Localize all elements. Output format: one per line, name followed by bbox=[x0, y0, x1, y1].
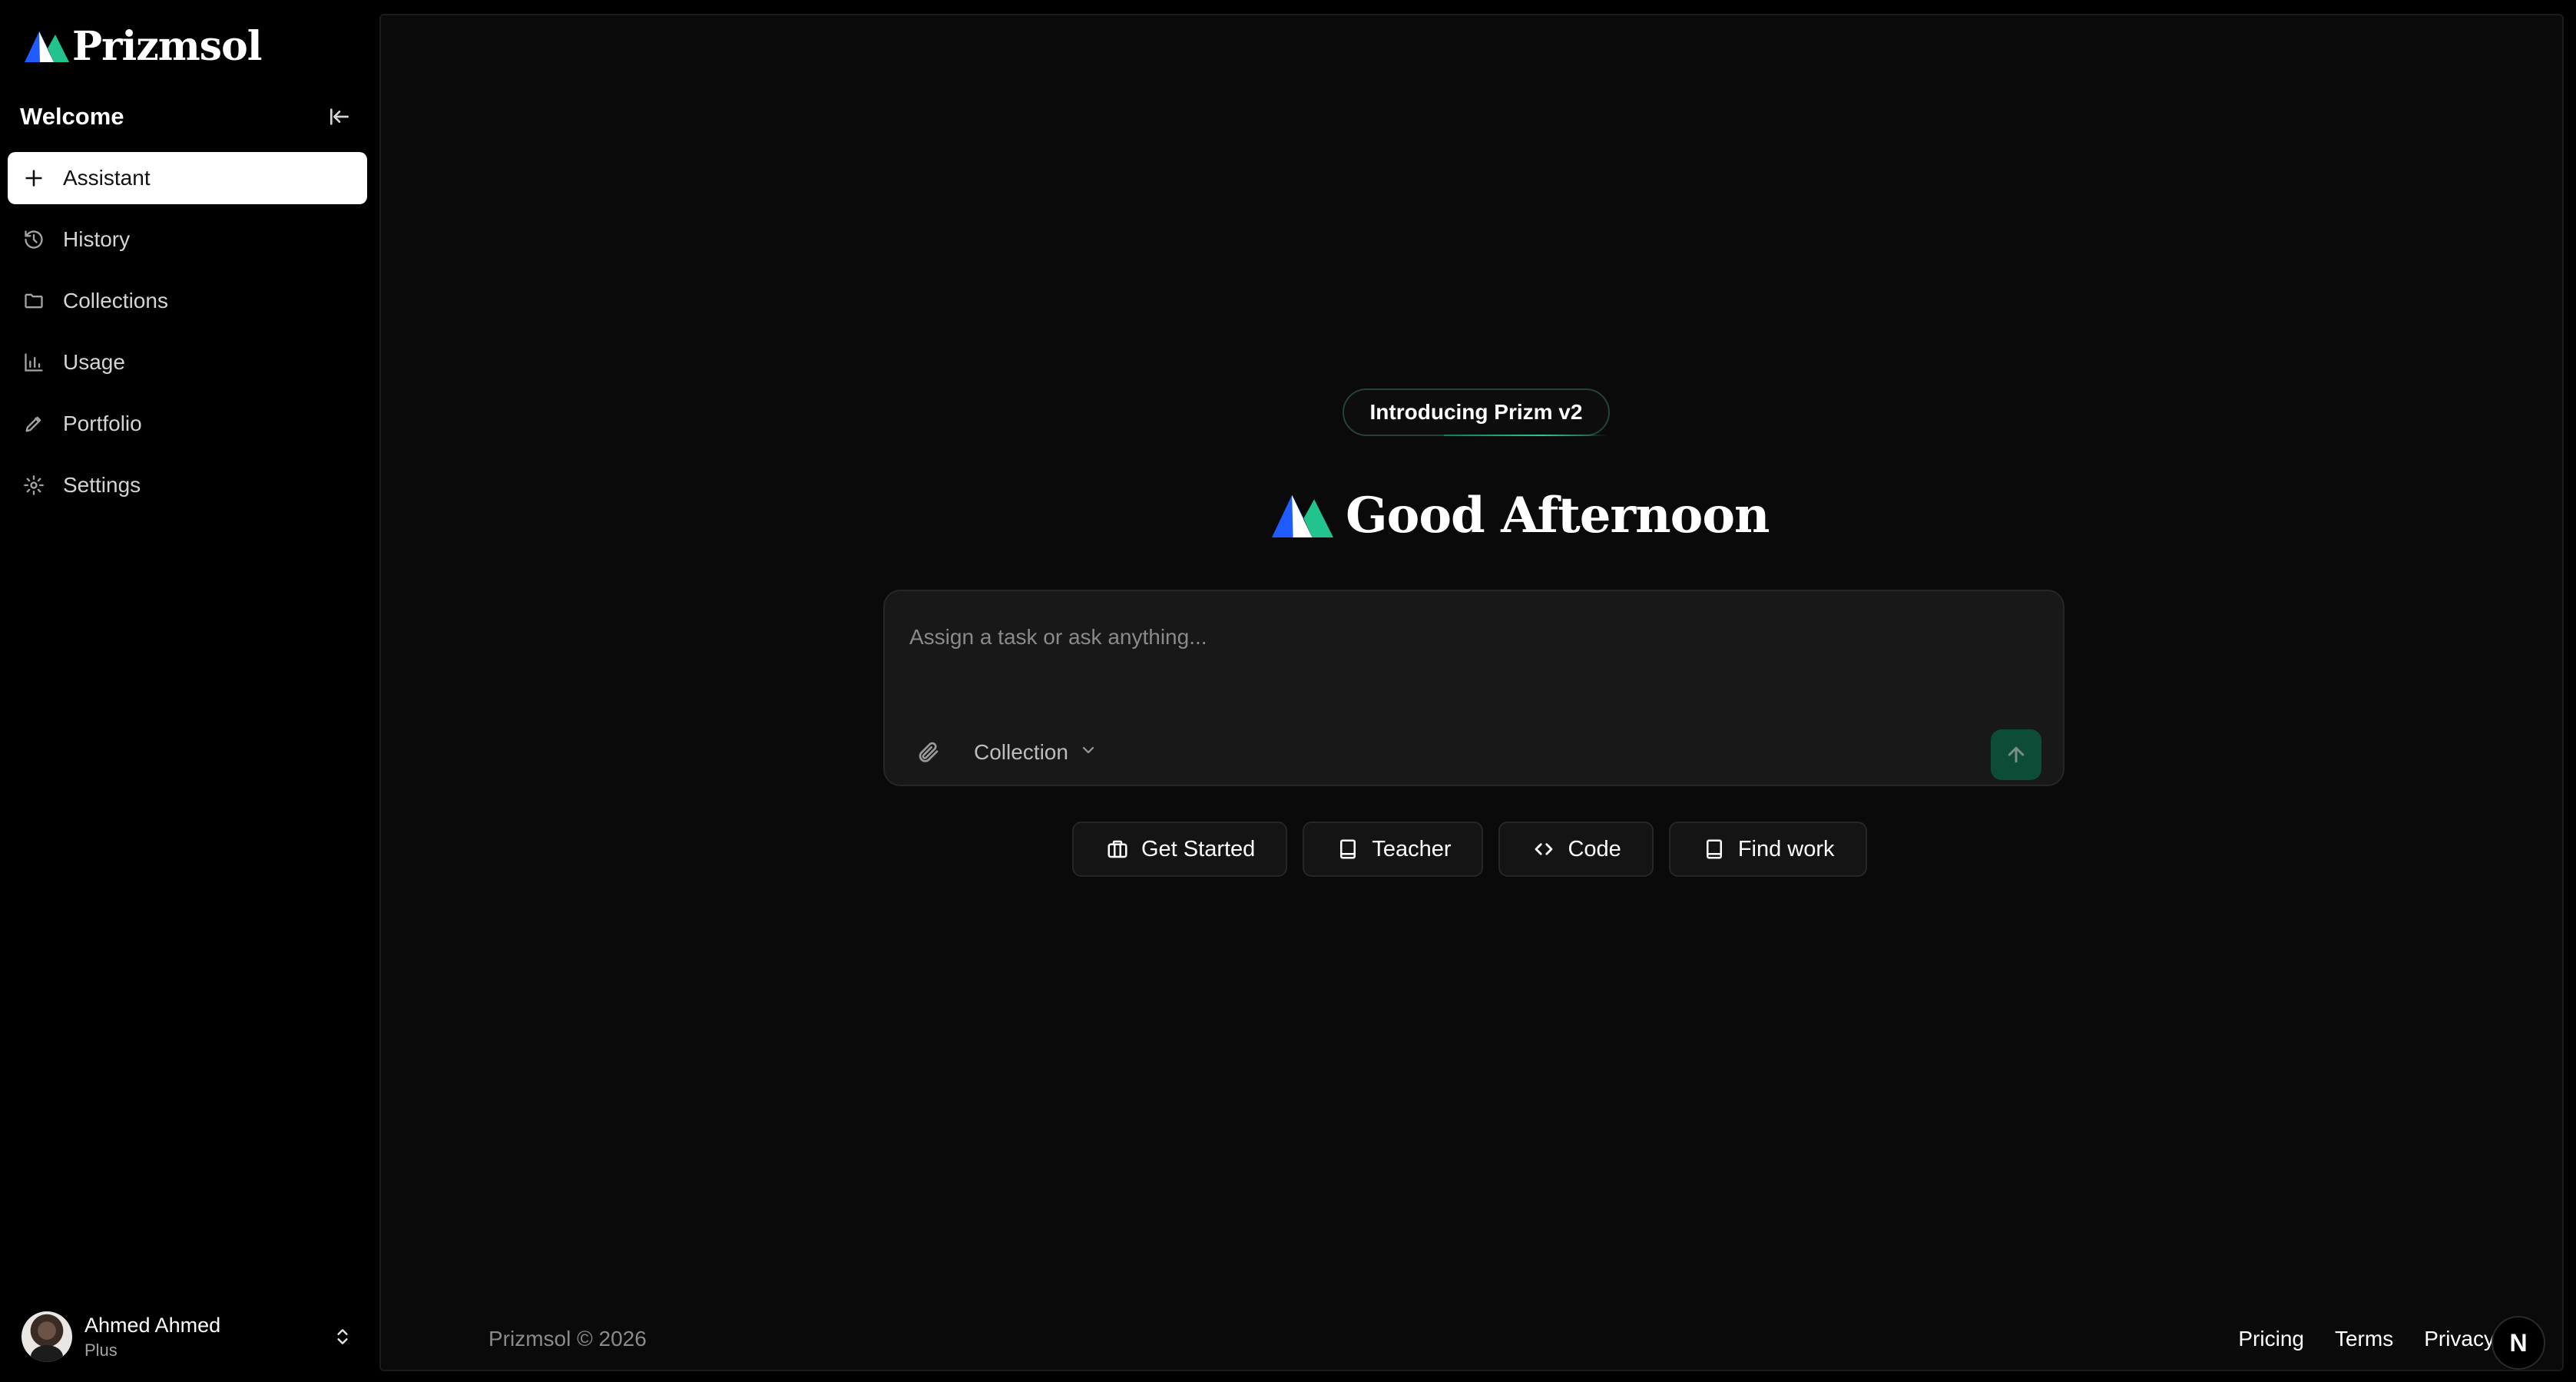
composer: Collection bbox=[883, 590, 2064, 786]
sidebar-item-label: History bbox=[63, 227, 131, 251]
chip-label: Get Started bbox=[1141, 836, 1256, 861]
footer-link-pricing[interactable]: Pricing bbox=[2238, 1327, 2304, 1351]
chip-code[interactable]: Code bbox=[1498, 822, 1654, 877]
greeting: Good Afternoon bbox=[1272, 481, 1770, 550]
sidebar-nav: Assistant History Collections Usage Port… bbox=[8, 152, 367, 511]
footer-links: Pricing Terms Privacy bbox=[2238, 1327, 2495, 1351]
code-icon bbox=[1531, 836, 1557, 862]
sidebar-item-label: Settings bbox=[63, 473, 141, 497]
paperclip-icon[interactable] bbox=[911, 736, 945, 769]
briefcase-icon bbox=[1104, 836, 1131, 862]
collection-label: Collection bbox=[974, 740, 1068, 764]
brand[interactable]: Prizmsol bbox=[25, 22, 263, 70]
chevrons-up-down-icon[interactable] bbox=[329, 1323, 356, 1351]
send-button[interactable] bbox=[1991, 729, 2041, 780]
gear-icon bbox=[22, 473, 46, 498]
book-icon bbox=[1335, 836, 1361, 862]
user-name: Ahmed Ahmed bbox=[84, 1313, 221, 1337]
sidebar-item-usage[interactable]: Usage bbox=[8, 336, 367, 388]
sidebar-item-portfolio[interactable]: Portfolio bbox=[8, 398, 367, 450]
user-plan: Plus bbox=[84, 1340, 118, 1360]
sidebar-item-label: Collections bbox=[63, 289, 168, 312]
arrow-up-icon bbox=[2008, 746, 2025, 763]
sidebar-item-label: Assistant bbox=[63, 166, 151, 190]
plus-icon bbox=[22, 166, 46, 190]
main-panel: Introducing Prizm v2 Good Afternoon Coll… bbox=[379, 14, 2564, 1371]
pen-icon bbox=[22, 412, 46, 436]
chip-find-work[interactable]: Find work bbox=[1668, 822, 1867, 877]
collapse-sidebar-icon[interactable] bbox=[323, 100, 356, 134]
user-info: Ahmed Ahmed Plus bbox=[84, 1314, 316, 1361]
book-icon bbox=[1701, 836, 1727, 862]
sidebar-item-label: Portfolio bbox=[63, 412, 142, 435]
greeting-text: Good Afternoon bbox=[1346, 486, 1770, 544]
brand-name: Prizmsol bbox=[72, 22, 263, 70]
folder-icon bbox=[22, 289, 46, 313]
sidebar: Prizmsol Welcome Assistant History Colle… bbox=[0, 0, 378, 1382]
sidebar-item-history[interactable]: History bbox=[8, 213, 367, 266]
prism-logo-icon bbox=[1272, 494, 1333, 537]
chip-get-started[interactable]: Get Started bbox=[1072, 822, 1288, 877]
sidebar-title: Welcome bbox=[20, 103, 124, 130]
chip-label: Teacher bbox=[1372, 836, 1452, 861]
sidebar-item-collections[interactable]: Collections bbox=[8, 275, 367, 327]
chip-teacher[interactable]: Teacher bbox=[1303, 822, 1484, 877]
intro-badge[interactable]: Introducing Prizm v2 bbox=[1343, 388, 1610, 436]
sidebar-item-settings[interactable]: Settings bbox=[8, 459, 367, 511]
app-window: Prizmsol Welcome Assistant History Colle… bbox=[0, 0, 2576, 1382]
bar-chart-icon bbox=[22, 350, 46, 375]
prompt-input[interactable] bbox=[909, 616, 1985, 659]
footer-link-terms[interactable]: Terms bbox=[2335, 1327, 2393, 1351]
suggestion-chips: Get Started Teacher Code Find work bbox=[1072, 822, 1867, 877]
history-icon bbox=[22, 227, 46, 252]
footer-link-privacy[interactable]: Privacy bbox=[2424, 1327, 2495, 1351]
collection-dropdown[interactable]: Collection bbox=[974, 734, 1098, 771]
chevron-down-icon bbox=[1079, 740, 1098, 765]
avatar bbox=[22, 1311, 72, 1362]
chip-label: Code bbox=[1568, 836, 1621, 861]
user-menu[interactable]: Ahmed Ahmed Plus bbox=[22, 1308, 356, 1365]
footer-copyright: Prizmsol © 2026 bbox=[488, 1327, 647, 1351]
sidebar-item-label: Usage bbox=[63, 350, 125, 374]
sidebar-header: Welcome bbox=[20, 97, 356, 137]
prism-logo-icon bbox=[25, 31, 69, 62]
n-badge[interactable]: N bbox=[2492, 1316, 2545, 1370]
sidebar-item-assistant[interactable]: Assistant bbox=[8, 152, 367, 204]
chip-label: Find work bbox=[1737, 836, 1835, 861]
